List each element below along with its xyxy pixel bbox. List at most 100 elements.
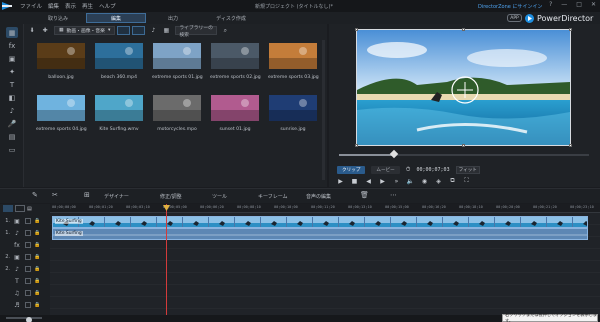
voiceover-room-icon[interactable]: 🎤: [6, 118, 18, 129]
track-enable-checkbox[interactable]: [25, 266, 31, 272]
app-badge[interactable]: APP: [507, 14, 522, 22]
playhead[interactable]: [166, 204, 167, 316]
tab-capture[interactable]: 取り込み: [28, 13, 88, 23]
trim-icon[interactable]: ⊞: [84, 191, 90, 199]
library-search-input[interactable]: ライブラリーの検索: [175, 26, 218, 38]
prev-frame-icon[interactable]: ◀: [365, 177, 372, 185]
media-item[interactable]: beach 360.mp4: [94, 43, 144, 80]
media-item[interactable]: extreme sports 04.jpg: [36, 95, 87, 132]
play-icon[interactable]: ▶: [337, 177, 344, 185]
import-icon[interactable]: ⬇: [27, 26, 37, 35]
preview-video[interactable]: [355, 28, 572, 147]
track-header[interactable]: 1. ▣ 🔒: [0, 215, 50, 227]
search-icon[interactable]: ⌕: [220, 26, 230, 35]
menu-view[interactable]: 表示: [65, 2, 76, 10]
storyboard-view-icon[interactable]: [15, 205, 25, 212]
volume-icon[interactable]: 🔈: [407, 177, 414, 185]
fix-enhance-menu[interactable]: 修正/調整: [160, 193, 182, 200]
track-header[interactable]: 2. ♪ 🔒: [0, 263, 50, 275]
resize-handle-br[interactable]: [569, 144, 572, 147]
stop-icon[interactable]: ■: [351, 177, 358, 185]
tab-edit[interactable]: 編集: [86, 13, 146, 23]
preview-seekbar[interactable]: [339, 149, 589, 159]
track-enable-checkbox[interactable]: [25, 278, 31, 284]
lock-icon[interactable]: 🔒: [34, 254, 41, 260]
video-clip[interactable]: Kite Surfing: [52, 216, 588, 228]
library-scrollbar[interactable]: [322, 40, 325, 180]
particle-room-icon[interactable]: ✦: [6, 66, 18, 77]
more-icon[interactable]: ⋯: [390, 191, 397, 199]
zoom-knob[interactable]: [26, 317, 32, 322]
music-filter-icon[interactable]: ♪: [148, 26, 158, 35]
timeline-view-icon[interactable]: [3, 205, 13, 212]
help-icon[interactable]: ?: [549, 1, 552, 8]
fast-forward-icon[interactable]: »: [393, 177, 400, 185]
track-enable-checkbox[interactable]: [25, 254, 31, 260]
media-item[interactable]: extreme sports 02.jpg: [210, 43, 261, 80]
timeline-zoom-slider[interactable]: [6, 317, 42, 322]
subtitle-room-icon[interactable]: ▭: [6, 144, 18, 155]
tab-produce[interactable]: 出力: [143, 13, 203, 23]
keyframe-button[interactable]: キーフレーム: [258, 193, 288, 200]
track-header[interactable]: 1. ♪ 🔒: [0, 227, 50, 239]
delete-icon[interactable]: 🗑: [360, 191, 369, 199]
add-track-icon[interactable]: ✎: [32, 191, 38, 199]
audio-mix-room-icon[interactable]: ♪: [6, 105, 18, 116]
menu-edit[interactable]: 編集: [48, 2, 59, 10]
media-item[interactable]: extreme sports 03.jpg: [268, 43, 319, 80]
track-header[interactable]: fx 🔒: [0, 239, 50, 251]
track-manager-icon[interactable]: ▤: [27, 206, 32, 212]
maximize-button[interactable]: □: [576, 1, 582, 8]
snapshot-icon[interactable]: ◉: [421, 177, 428, 185]
plugin-icon[interactable]: ✚: [40, 26, 50, 35]
media-item[interactable]: extreme sports 01.jpg: [152, 43, 203, 80]
track-header[interactable]: ♫ 🔒: [0, 287, 50, 299]
audio-mixing-menu[interactable]: 音声の編集: [306, 193, 331, 200]
fullscreen-icon[interactable]: ⛶: [463, 177, 470, 185]
resize-handle-bottom[interactable]: [462, 144, 465, 147]
undock-icon[interactable]: ⧉: [449, 177, 456, 185]
image-filter-button[interactable]: [132, 26, 146, 35]
resize-handle-tr[interactable]: [569, 28, 572, 31]
chapter-room-icon[interactable]: ▤: [6, 131, 18, 142]
lock-icon[interactable]: 🔒: [34, 302, 41, 308]
seek-knob[interactable]: [389, 149, 399, 159]
split-icon[interactable]: ✂: [52, 191, 58, 199]
menu-playback[interactable]: 再生: [82, 2, 93, 10]
lock-icon[interactable]: 🔒: [34, 230, 41, 236]
audio-clip[interactable]: Kite Surfing: [52, 228, 588, 240]
track-header[interactable]: T 🔒: [0, 275, 50, 287]
zoom-fit-select[interactable]: フィット: [455, 166, 480, 174]
track-enable-checkbox[interactable]: [25, 230, 31, 236]
media-item[interactable]: sunrise.jpg: [268, 95, 318, 132]
directorzone-signin-link[interactable]: DirectorZone にサインイン: [478, 3, 542, 10]
menu-help[interactable]: ヘルプ: [99, 2, 116, 10]
designer-menu[interactable]: デザイナー: [104, 193, 129, 200]
resize-handle-bl[interactable]: [355, 144, 358, 147]
clip-mode-tab[interactable]: クリップ: [337, 166, 366, 174]
menu-file[interactable]: ファイル: [20, 2, 42, 10]
lock-icon[interactable]: 🔒: [34, 290, 41, 296]
media-item[interactable]: motorcycles.mpo: [152, 95, 202, 132]
lock-icon[interactable]: 🔒: [34, 242, 41, 248]
media-room-icon[interactable]: ▦: [6, 27, 18, 38]
close-button[interactable]: ✕: [591, 1, 596, 8]
lock-icon[interactable]: 🔒: [34, 218, 41, 224]
track-enable-checkbox[interactable]: [25, 218, 31, 224]
track-header[interactable]: 2. ▣ 🔒: [0, 251, 50, 263]
grid-view-icon[interactable]: ▦: [161, 26, 171, 35]
3d-icon[interactable]: ◈: [435, 177, 442, 185]
resize-handle-tl[interactable]: [355, 28, 358, 31]
media-item[interactable]: sunset 01.jpg: [210, 95, 260, 132]
track-enable-checkbox[interactable]: [25, 290, 31, 296]
tab-disc-create[interactable]: ディスク作成: [201, 13, 261, 23]
lock-icon[interactable]: 🔒: [34, 278, 41, 284]
transition-room-icon[interactable]: ◧: [6, 92, 18, 103]
video-filter-button[interactable]: [117, 26, 131, 35]
media-item[interactable]: balloon.jpg: [36, 43, 86, 80]
track-enable-checkbox[interactable]: [25, 242, 31, 248]
lock-icon[interactable]: 🔒: [34, 266, 41, 272]
fx-room-icon[interactable]: fx: [6, 40, 18, 51]
resize-handle-top[interactable]: [462, 28, 465, 31]
tools-menu[interactable]: ツール: [212, 193, 227, 200]
